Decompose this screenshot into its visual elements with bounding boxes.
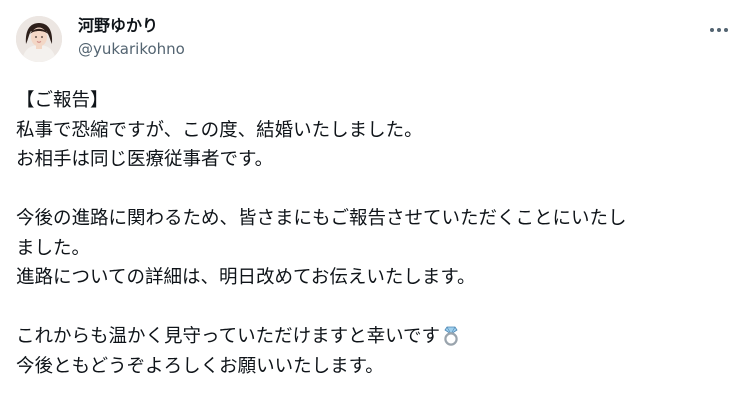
post-line-6: ました。: [16, 237, 91, 259]
post-line-10: 今後ともどうぞよろしくお願いいたします。: [16, 355, 384, 377]
user-handle[interactable]: @yukarikohno: [78, 39, 185, 59]
post-line-7: 進路についての詳細は、明日改めてお伝えいたします。: [16, 267, 476, 288]
post-line-9: これからも温かく見守っていただけますと幸いです: [16, 322, 734, 352]
author-names: 河野ゆかり @yukarikohno: [78, 16, 185, 59]
display-name[interactable]: 河野ゆかり: [78, 16, 185, 36]
post-line-2: 私事で恐縮ですが、この度、結婚いたしました。: [16, 119, 423, 141]
post-line-3: お相手は同じ医療従事者です。: [16, 149, 274, 170]
post-line-9-text: これからも温かく見守っていただけますと幸いです: [16, 326, 441, 347]
more-horizontal-icon: [710, 28, 728, 32]
post-line-5: 今後の進路に関わるため、皆さまにもご報告させていただくことにいたし: [16, 208, 627, 229]
post-header: 河野ゆかり @yukarikohno: [16, 12, 734, 68]
ring-icon: [442, 324, 460, 356]
post-text: 【ご報告】 私事で恐縮ですが、この度、結婚いたしました。 お相手は同じ医療従事者…: [16, 86, 734, 381]
post-card: 河野ゆかり @yukarikohno 【ご報告】 私事で恐縮ですが、この度、結婚…: [0, 0, 750, 400]
avatar[interactable]: [16, 16, 62, 62]
post-line-1: 【ご報告】: [16, 90, 109, 111]
more-options-button[interactable]: [704, 18, 734, 42]
avatar-photo-icon: [16, 16, 62, 62]
